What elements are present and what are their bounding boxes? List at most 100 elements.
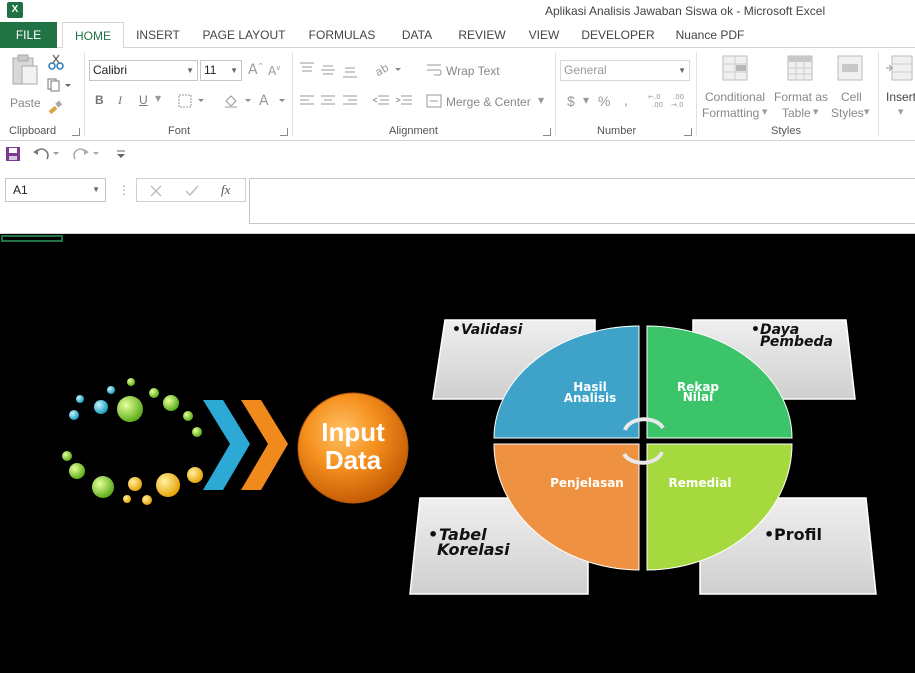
svg-text:←.0: ←.0 [648,93,661,101]
font-name-select[interactable]: Calibri ▼ [89,60,198,81]
svg-text:•: • [452,322,461,338]
chevron-down-icon[interactable]: ▼ [538,96,544,105]
copy-icon[interactable] [47,78,71,92]
svg-text:.00: .00 [652,101,663,108]
conditional-formatting-icon [722,55,748,81]
styles-group-label: Styles [771,125,801,137]
svg-text:ab: ab [373,62,391,78]
increase-decimal-icon[interactable]: ←.0.00 [648,92,668,108]
percent-button[interactable]: % [598,93,610,109]
chevron-down-icon[interactable]: ▼ [583,96,589,105]
font-size-select[interactable]: 11 ▼ [200,60,242,81]
align-bottom-icon[interactable] [343,66,357,78]
name-box-value: A1 [13,183,28,197]
number-format-select[interactable]: General ▼ [560,60,690,81]
alignment-group-label: Alignment [389,125,438,137]
cell-styles-icon [837,55,863,81]
tab-developer[interactable]: DEVELOPER [577,22,659,48]
format-as-table-label-1: Format as [774,90,829,104]
cell-styles-label-1: Cell [841,90,862,104]
customize-qat-icon[interactable] [116,149,126,161]
title-bar: X Aplikasi Analisis Jawaban Siswa ok - M… [0,0,915,22]
merge-center-button[interactable]: Merge & Center [446,95,531,109]
font-name-value: Calibri [93,63,128,77]
align-top-icon[interactable] [300,62,314,74]
divider [878,52,879,136]
align-right-icon[interactable] [343,95,357,107]
orientation-icon[interactable]: ab [373,62,403,78]
font-color-icon[interactable]: A [257,93,287,109]
italic-button[interactable]: I [118,93,122,108]
cut-icon[interactable] [48,54,64,70]
wrap-text-icon[interactable] [426,63,442,77]
enter-icon[interactable] [184,184,200,198]
wrap-text-button[interactable]: Wrap Text [446,64,500,78]
redo-icon[interactable] [72,146,100,162]
format-as-table-label-2: Table [782,106,811,120]
formula-input[interactable] [249,178,915,224]
divider [696,52,697,136]
borders-icon[interactable] [178,94,206,108]
tab-view[interactable]: VIEW [522,22,566,48]
hub-rekap-label-2: Nilai [683,390,713,404]
format-as-table-button[interactable]: Format as Table ▼ [772,54,830,122]
undo-icon[interactable] [32,146,60,162]
number-launcher-icon[interactable] [684,128,692,136]
hub-penjelasan-label: Penjelasan [550,476,624,490]
excel-icon[interactable]: X [7,2,23,18]
tab-review[interactable]: REVIEW [452,22,512,48]
font-launcher-icon[interactable] [280,128,288,136]
diagram-graphic[interactable]: Input Data • Validasi • Daya Pembeda • T… [0,234,915,673]
grow-font-icon[interactable]: A^ [248,62,263,78]
decrease-decimal-icon[interactable]: .00→.0 [671,92,691,108]
svg-text:•: • [764,525,774,544]
insert-function-icon[interactable]: fx [221,182,230,198]
tab-home[interactable]: HOME [62,22,124,49]
ribbon-tabs: FILE HOME INSERT PAGE LAYOUT FORMULAS DA… [0,22,915,49]
dots-ring-graphic [62,378,203,505]
underline-button[interactable]: U [139,93,148,107]
comma-button[interactable]: , [624,92,628,108]
format-painter-icon[interactable] [48,100,64,116]
quick-access-toolbar [0,142,915,166]
chevron-blue-graphic [203,400,250,490]
svg-text:A: A [259,93,269,109]
insert-cells-button[interactable]: Insert ▼ [882,54,915,122]
align-left-icon[interactable] [300,95,314,107]
merge-center-icon[interactable] [426,94,442,108]
chevron-down-icon: ▼ [762,108,768,116]
tab-nuance-pdf[interactable]: Nuance PDF [668,22,752,48]
cancel-icon[interactable] [149,184,163,198]
worksheet[interactable]: Input Data • Validasi • Daya Pembeda • T… [0,234,915,673]
chevron-down-icon: ▼ [92,185,100,194]
tab-insert[interactable]: INSERT [130,22,186,48]
chevron-down-icon[interactable]: ▼ [155,94,161,103]
conditional-formatting-button[interactable]: Conditional Formatting ▼ [702,54,770,122]
divider [292,52,293,136]
insert-cells-icon [886,55,913,81]
tab-data[interactable]: DATA [392,22,442,48]
cell-styles-label-2: Styles [831,106,864,120]
tab-page-layout[interactable]: PAGE LAYOUT [196,22,292,48]
tab-file[interactable]: FILE [0,22,57,48]
bold-button[interactable]: B [95,93,104,107]
clipboard-launcher-icon[interactable] [72,128,80,136]
shrink-font-icon[interactable]: Av [268,64,280,78]
align-center-icon[interactable] [321,95,335,107]
font-group-label: Font [168,125,191,137]
card-profil-label: Profil [774,525,822,544]
fill-color-icon[interactable] [223,93,253,109]
align-middle-icon[interactable] [321,64,335,76]
cell-styles-button[interactable]: Cell Styles ▼ [828,54,874,122]
paste-button[interactable]: Paste [6,54,42,112]
name-box[interactable]: A1 ▼ [5,178,106,202]
hub-remedial-label: Remedial [669,476,732,490]
divider [555,52,556,136]
chevron-down-icon: ▼ [864,108,870,116]
tab-formulas[interactable]: FORMULAS [302,22,382,48]
alignment-launcher-icon[interactable] [543,128,551,136]
decrease-indent-icon[interactable] [373,95,389,107]
currency-button[interactable]: $ [567,93,575,109]
increase-indent-icon[interactable] [396,95,412,107]
save-icon[interactable] [5,146,21,162]
